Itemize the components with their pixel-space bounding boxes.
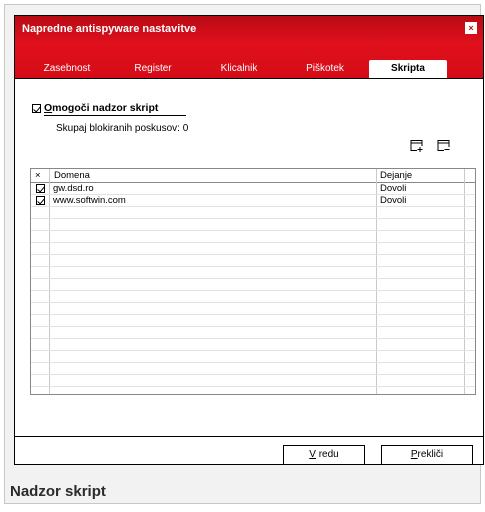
cancel-button[interactable]: Prekliči <box>381 445 473 465</box>
title-bar: Napredne antispyware nastavitve × Zasebn… <box>15 16 483 78</box>
tab-bar: Zasebnost Register Klicalnik Piškotek Sk… <box>15 60 483 78</box>
row-line <box>31 242 475 243</box>
enable-script-control-checkbox[interactable] <box>32 104 41 113</box>
close-icon[interactable]: × <box>465 22 477 34</box>
tab-skripta[interactable]: Skripta <box>369 60 447 78</box>
row-line <box>31 206 475 207</box>
screenshot-frame: Napredne antispyware nastavitve × Zasebn… <box>4 4 484 504</box>
row-line <box>31 302 475 303</box>
column-divider <box>49 169 50 394</box>
table-header: × Domena Dejanje <box>31 169 475 183</box>
tab-piskotek[interactable]: Piškotek <box>295 63 355 74</box>
domain-table: × Domena Dejanje gw.dsd.ro Dovoli www.so… <box>30 168 476 395</box>
row-line <box>31 266 475 267</box>
figure-caption: Nadzor skript <box>10 483 106 500</box>
row-line <box>31 314 475 315</box>
row-line <box>31 338 475 339</box>
row-line <box>31 374 475 375</box>
skripta-panel: Omogoči nadzor skript Skupaj blokiranih … <box>15 79 483 436</box>
row-checkbox[interactable] <box>36 184 45 193</box>
row-domain: gw.dsd.ro <box>53 183 94 194</box>
section-divider <box>44 115 186 116</box>
enable-script-control-label: Omogoči nadzor skript <box>44 102 159 114</box>
add-domain-icon[interactable] <box>410 139 424 153</box>
row-line <box>31 278 475 279</box>
column-header-domain[interactable]: Domena <box>54 170 90 181</box>
column-header-check[interactable]: × <box>35 170 41 181</box>
ok-button[interactable]: V redu <box>283 445 365 465</box>
tab-klicalnik[interactable]: Klicalnik <box>209 63 269 74</box>
remove-domain-icon[interactable] <box>437 139 451 153</box>
column-divider <box>464 169 465 394</box>
footer-divider <box>15 436 483 437</box>
row-action[interactable]: Dovoli <box>380 195 406 206</box>
row-domain: www.softwin.com <box>53 195 126 206</box>
row-line <box>31 386 475 387</box>
column-header-action[interactable]: Dejanje <box>380 170 412 181</box>
blocked-count: Skupaj blokiranih poskusov: 0 <box>56 123 189 134</box>
tab-register[interactable]: Register <box>123 63 183 74</box>
row-line <box>31 290 475 291</box>
tab-zasebnost[interactable]: Zasebnost <box>37 63 97 74</box>
column-divider <box>376 169 377 394</box>
row-line <box>31 230 475 231</box>
row-action[interactable]: Dovoli <box>380 183 406 194</box>
row-line <box>31 350 475 351</box>
row-line <box>31 362 475 363</box>
dialog-title: Napredne antispyware nastavitve <box>22 23 197 35</box>
row-line <box>31 218 475 219</box>
row-checkbox[interactable] <box>36 196 45 205</box>
row-line <box>31 254 475 255</box>
settings-dialog: Napredne antispyware nastavitve × Zasebn… <box>14 15 484 465</box>
row-line <box>31 326 475 327</box>
